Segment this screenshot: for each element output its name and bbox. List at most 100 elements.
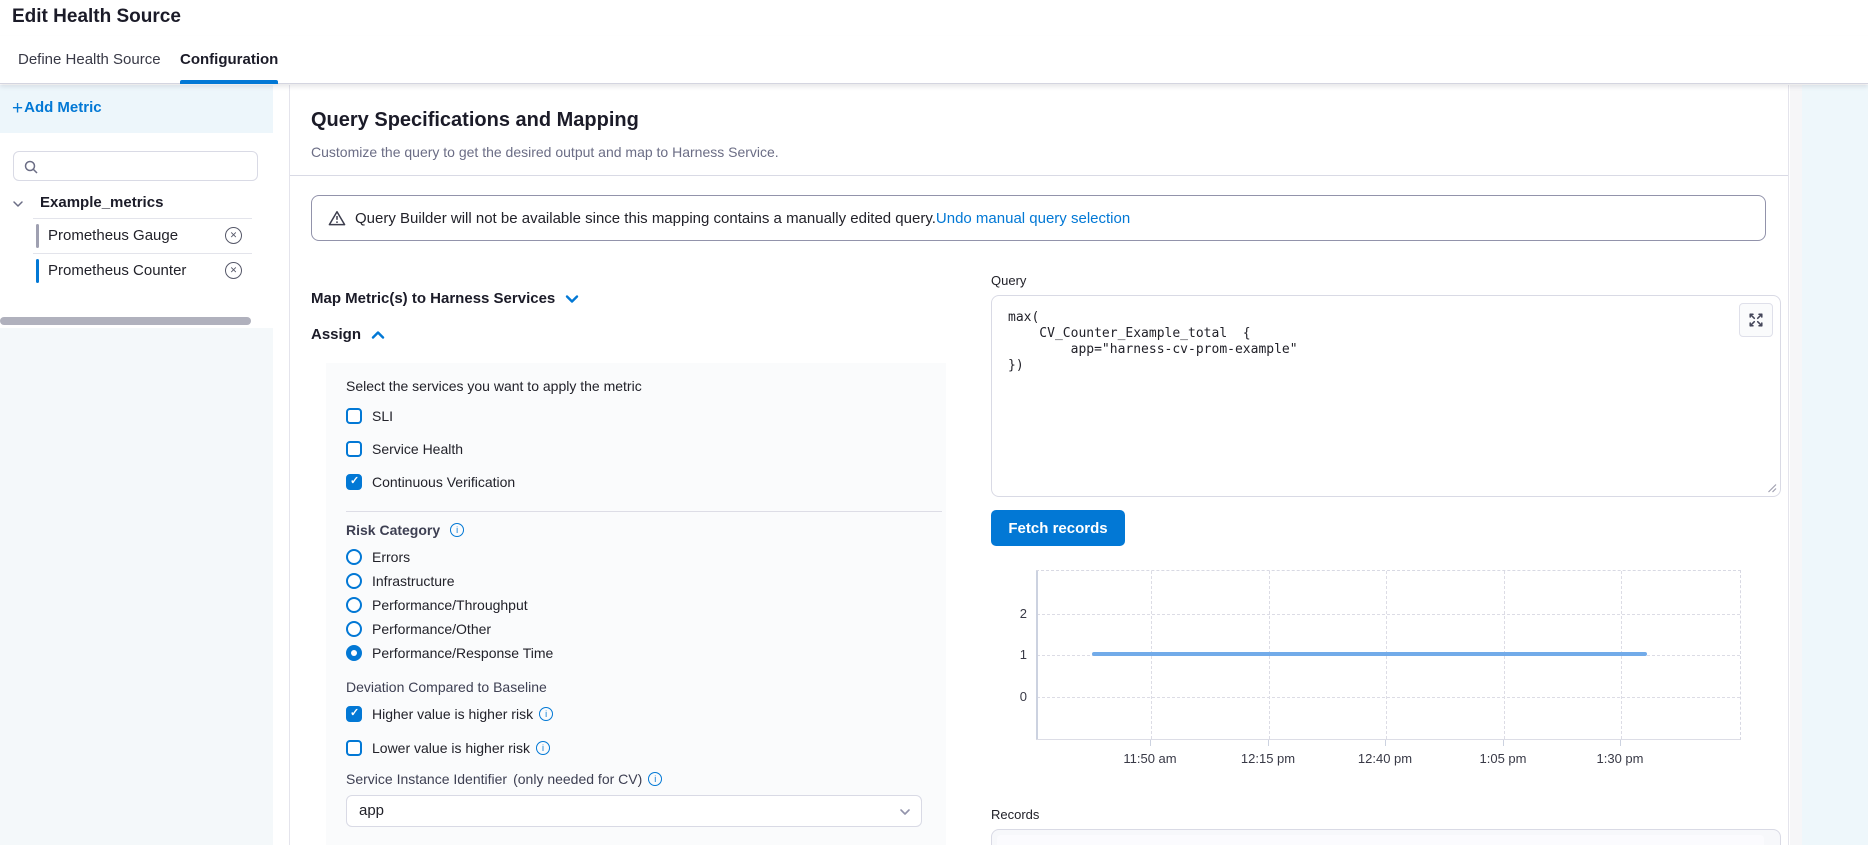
vertical-scroll-gutter[interactable] [1790,85,1802,845]
sidebar-horizontal-scrollbar[interactable] [0,314,273,328]
warning-icon [328,210,346,226]
series-line [1092,652,1647,656]
radio-row-performance-other[interactable]: Performance/Other [346,619,491,639]
active-tab-underline [180,80,278,84]
metric-selected-bar [36,224,39,248]
y-axis-label: 2 [997,606,1027,621]
map-metrics-toggle[interactable]: Map Metric(s) to Harness Services [311,290,579,307]
x-axis-label: 12:40 pm [1358,751,1412,766]
metric-group-row[interactable]: Example_metrics [0,190,273,218]
add-metric-button[interactable]: +Add Metric [12,98,102,120]
metric-item-label: Prometheus Counter [48,262,186,279]
query-results-chart: 2 1 0 11:50 am 12:15 pm [991,555,1781,769]
x-axis-label: 12:15 pm [1241,751,1295,766]
remove-metric-icon[interactable] [225,227,242,244]
plot-area [1036,570,1741,740]
services-prompt: Select the services you want to apply th… [346,378,642,394]
expand-icon [1748,312,1764,328]
radio-row-performance-response-time[interactable]: Performance/Response Time [346,643,553,663]
checkbox-label: Higher value is higher risk [372,706,533,722]
tab-bar: Define Health Source Configuration [0,36,1868,84]
assign-panel: Select the services you want to apply th… [326,363,946,845]
page-title: Edit Health Source [12,6,181,28]
fetch-records-button[interactable]: Fetch records [991,510,1125,546]
metric-selected-bar [36,259,39,283]
info-icon[interactable] [536,741,550,755]
radio-performance-response-time[interactable] [346,645,362,661]
warning-text: Query Builder will not be available sinc… [355,210,936,227]
metric-search-input[interactable] [44,153,254,179]
checkbox-row-service-health[interactable]: Service Health [346,439,463,459]
radio-label: Performance/Throughput [372,597,528,613]
info-icon[interactable] [648,772,662,786]
expand-query-button[interactable] [1739,303,1773,337]
radio-row-errors[interactable]: Errors [346,547,410,567]
checkbox-row-sli[interactable]: SLI [346,406,393,426]
sidebar-top-band: +Add Metric [0,85,273,133]
checkbox-row-lower-risk[interactable]: Lower value is higher risk [346,738,550,758]
query-label: Query [991,273,1026,288]
scrollbar-thumb[interactable] [0,317,251,325]
query-line: CV_Counter_Example_total { [1008,326,1298,342]
checkbox-lower-value-higher-risk[interactable] [346,740,362,756]
radio-infrastructure[interactable] [346,573,362,589]
x-axis-tick [1268,740,1269,746]
service-instance-label-row: Service Instance Identifier (only needed… [346,769,662,789]
service-instance-note: (only needed for CV) [513,771,642,787]
checkbox-higher-value-higher-risk[interactable] [346,706,362,722]
card-header: Query Specifications and Mapping Customi… [290,85,1788,176]
checkbox-row-higher-risk[interactable]: Higher value is higher risk [346,704,553,724]
search-icon [23,159,39,175]
checkbox-sli[interactable] [346,408,362,424]
deviation-label-row: Deviation Compared to Baseline [346,677,547,697]
assign-label: Assign [311,326,361,343]
resize-handle-icon[interactable] [1767,483,1777,493]
metric-item-prometheus-gauge[interactable]: Prometheus Gauge [33,219,252,253]
dropdown-selected-value: app [359,796,384,826]
records-box [991,829,1781,845]
service-instance-identifier-label: Service Instance Identifier [346,771,507,787]
radio-label: Performance/Other [372,621,491,637]
risk-category-row: Risk Category [346,520,464,540]
radio-errors[interactable] [346,549,362,565]
radio-label: Infrastructure [372,573,454,589]
records-inner-area [997,835,1764,845]
chevron-down-icon [12,198,24,210]
section-subheading: Customize the query to get the desired o… [311,144,779,160]
query-line: app="harness-cv-prom-example" [1008,342,1298,358]
radio-row-performance-throughput[interactable]: Performance/Throughput [346,595,528,615]
query-code: max( CV_Counter_Example_total { app="har… [1008,310,1298,374]
query-line: max( [1008,310,1298,326]
edit-health-source-page: Edit Health Source Define Health Source … [0,0,1868,845]
radio-performance-other[interactable] [346,621,362,637]
checkbox-label: Continuous Verification [372,474,515,490]
metric-search-box [13,151,258,181]
service-instance-dropdown[interactable]: app [346,795,922,827]
assign-toggle[interactable]: Assign [311,326,385,343]
tab-define-health-source[interactable]: Define Health Source [18,36,161,83]
metrics-sidebar: +Add Metric Example_metrics Prometheus G… [0,85,273,845]
add-metric-label: Add Metric [24,99,102,116]
radio-performance-throughput[interactable] [346,597,362,613]
metric-item-prometheus-counter[interactable]: Prometheus Counter [33,254,252,288]
app-header: Edit Health Source [0,0,1868,36]
chevron-up-icon [371,328,385,342]
undo-manual-query-link[interactable]: Undo manual query selection [936,210,1130,227]
checkbox-row-continuous-verification[interactable]: Continuous Verification [346,472,515,492]
query-editor[interactable]: max( CV_Counter_Example_total { app="har… [991,295,1781,497]
deviation-label: Deviation Compared to Baseline [346,679,547,695]
map-metrics-label: Map Metric(s) to Harness Services [311,290,555,307]
radio-row-infrastructure[interactable]: Infrastructure [346,571,454,591]
x-axis-line [1037,739,1740,740]
checkbox-continuous-verification[interactable] [346,474,362,490]
checkbox-service-health[interactable] [346,441,362,457]
info-icon[interactable] [450,523,464,537]
radio-label: Errors [372,549,410,565]
records-label: Records [991,807,1039,822]
page-background [1802,85,1868,845]
info-icon[interactable] [539,707,553,721]
query-line: }) [1008,358,1298,374]
chevron-down-icon [565,292,579,306]
tab-configuration[interactable]: Configuration [180,36,278,83]
remove-metric-icon[interactable] [225,262,242,279]
